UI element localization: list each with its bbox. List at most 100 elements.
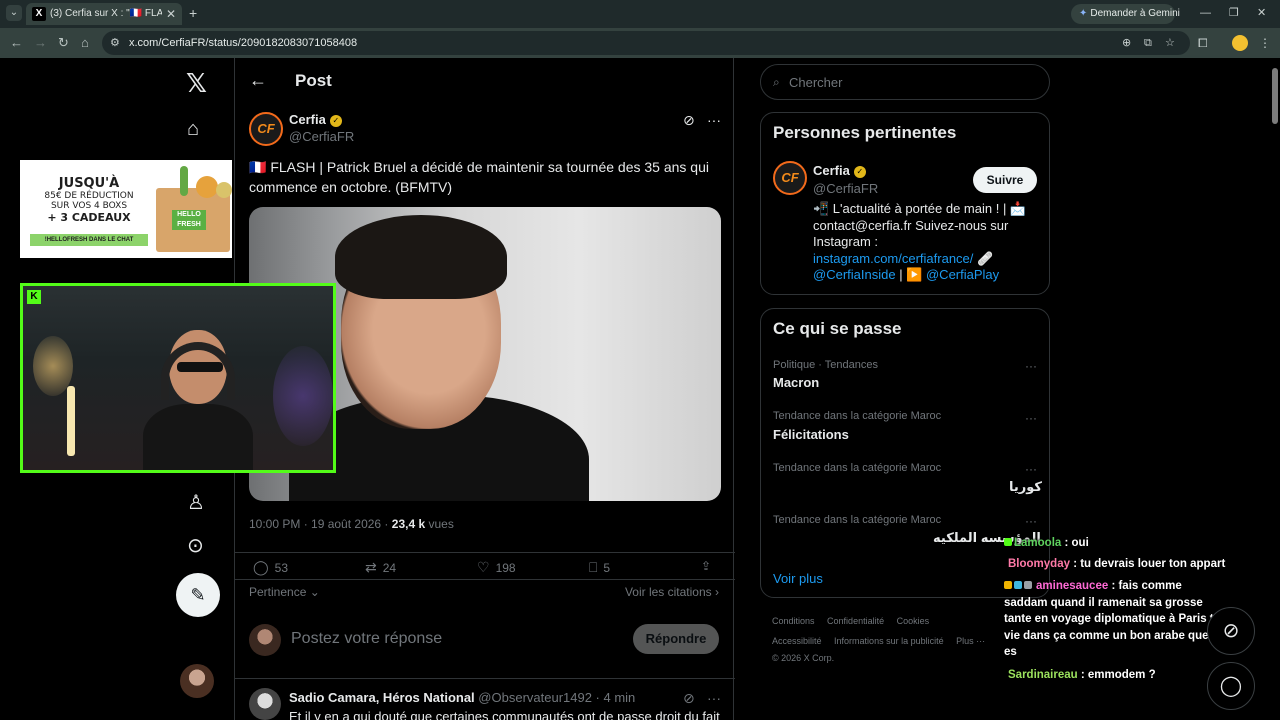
grok-icon[interactable]: ⊘ — [683, 112, 695, 129]
footer-links-row2: Accessibilité Informations sur la public… — [772, 636, 985, 646]
chat-message: aminesaucee : fais comme saddam quand il… — [1004, 578, 1228, 661]
page-scrollbar[interactable] — [1270, 58, 1280, 720]
page-title: Post — [295, 71, 332, 90]
chat-username: aminesaucee — [1036, 580, 1109, 592]
bookmark-count: 5 — [603, 561, 611, 575]
footer-link[interactable]: Informations sur la publicité — [834, 636, 944, 646]
browser-tab[interactable]: X (3) Cerfia sur X : "🇫🇷 FLASH | Patrick… — [26, 3, 182, 25]
author-name[interactable]: Cerfia ✓ — [289, 112, 342, 127]
search-input[interactable]: Chercher — [789, 75, 842, 90]
cerfiainside-link[interactable]: @CerfiaInside — [813, 267, 896, 282]
trend-name[interactable]: كوريا — [1009, 479, 1042, 495]
footer-link[interactable]: Conditions — [772, 616, 815, 626]
forward-icon[interactable]: → — [34, 35, 47, 51]
rgb-glow — [273, 346, 333, 446]
search-box[interactable]: ⌕ Chercher — [760, 64, 1050, 100]
reply-button[interactable]: Répondre — [633, 624, 719, 654]
instagram-link[interactable]: instagram.com/cerfiafrance/ — [813, 251, 973, 266]
bookmark-icon: ⎕ — [589, 559, 598, 575]
footer-link[interactable]: Plus ··· — [956, 636, 985, 646]
tab-title: (3) Cerfia sur X : "🇫🇷 FLASH | Patrick B… — [50, 8, 162, 19]
close-tab-icon[interactable]: ✕ — [166, 7, 176, 21]
follow-button[interactable]: Suivre — [973, 167, 1037, 193]
chat-badge-icon — [1004, 581, 1012, 589]
close-window-icon[interactable]: ✕ — [1257, 6, 1266, 20]
streamer — [143, 330, 253, 470]
x-logo-icon[interactable]: 𝕏 — [186, 68, 207, 99]
ad-line: 85€ DE RÉDUCTION — [44, 191, 134, 201]
profile-nav-icon[interactable]: ♙ — [187, 492, 205, 514]
chat-badge-icon — [1004, 538, 1012, 546]
sort-dropdown[interactable]: Pertinence ⌄ — [249, 585, 320, 599]
compose-post-button[interactable]: ✎ — [176, 573, 220, 617]
install-app-icon[interactable]: ⧉ — [1144, 36, 1152, 50]
post-more-icon[interactable]: ··· — [707, 112, 721, 128]
trend-name[interactable]: Félicitations — [773, 427, 849, 442]
account-avatar[interactable] — [180, 664, 214, 698]
profile-avatar[interactable] — [1232, 35, 1248, 51]
url-text[interactable]: x.com/CerfiaFR/status/209018208307105840… — [129, 37, 357, 49]
restore-icon[interactable]: ❐ — [1229, 6, 1239, 20]
gemini-button[interactable]: ✦ Demander à Gemini — [1071, 4, 1180, 24]
trend-name[interactable]: Macron — [773, 375, 819, 390]
footer-link[interactable]: Accessibilité — [772, 636, 822, 646]
more-nav-icon[interactable]: ⊙ — [187, 535, 204, 557]
extensions-icon[interactable]: ⧠ — [1198, 36, 1208, 50]
trend-more-icon[interactable]: ··· — [1025, 514, 1037, 528]
reply-author[interactable]: Sadio Camara, Héros National @Observateu… — [289, 690, 635, 705]
site-info-icon[interactable]: ⚙ — [110, 36, 120, 50]
trend-more-icon[interactable]: ··· — [1025, 359, 1037, 373]
grok-float-icon[interactable]: ⊘ — [1207, 607, 1255, 655]
ad-text: JUSQU'À 85€ DE RÉDUCTION SUR VOS 4 BOXS … — [28, 176, 150, 224]
reload-icon[interactable]: ↻ — [58, 35, 69, 51]
ad-line: JUSQU'À — [58, 176, 120, 191]
bookmark-star-icon[interactable]: ☆ — [1165, 36, 1175, 50]
relevant-avatar[interactable]: CF — [773, 161, 807, 195]
chat-badge-icon — [1024, 581, 1032, 589]
footer-link[interactable]: Confidentialité — [827, 616, 884, 626]
relevant-name-text: Cerfia — [813, 163, 850, 178]
ad-line: + 3 CADEAUX — [47, 211, 131, 224]
home-icon[interactable]: ⌂ — [81, 35, 89, 51]
post-time[interactable]: 10:00 PM · 19 août 2026 · — [249, 517, 392, 531]
home-nav-icon[interactable]: ⌂ — [187, 118, 199, 140]
share-icon[interactable]: ⇪ — [701, 559, 711, 573]
minimize-icon[interactable]: — — [1200, 6, 1211, 20]
like-action[interactable]: ♡ 198 — [477, 559, 516, 576]
scroll-thumb[interactable] — [1272, 68, 1278, 124]
chat-text: : oui — [1061, 537, 1089, 549]
browser-tabbar: ⌄ X (3) Cerfia sur X : "🇫🇷 FLASH | Patri… — [0, 0, 1280, 28]
relevant-name[interactable]: Cerfia ✓ — [813, 163, 866, 178]
see-more-link[interactable]: Voir plus — [773, 571, 823, 586]
cerfiaplay-link[interactable]: @CerfiaPlay — [926, 267, 999, 282]
reply-more-icon[interactable]: ··· — [707, 690, 721, 706]
reply-input[interactable]: Postez votre réponse — [291, 630, 442, 648]
browser-menu-icon[interactable]: ⋮ — [1259, 36, 1271, 50]
relevant-handle[interactable]: @CerfiaFR — [813, 181, 878, 196]
messages-float-icon[interactable]: ◯ — [1207, 662, 1255, 710]
new-tab-icon[interactable]: + — [189, 5, 197, 21]
bookmark-action[interactable]: ⎕ 5 — [589, 559, 610, 576]
address-bar[interactable]: ⚙ x.com/CerfiaFR/status/2090182083071058… — [102, 31, 1190, 55]
light-bar — [67, 386, 75, 456]
author-avatar[interactable]: CF — [249, 112, 283, 146]
reply-grok-icon[interactable]: ⊘ — [683, 690, 695, 707]
trend-more-icon[interactable]: ··· — [1025, 411, 1037, 425]
kick-logo-icon: K — [27, 290, 41, 304]
author-handle[interactable]: @CerfiaFR — [289, 129, 354, 144]
zoom-icon[interactable]: ⊕ — [1122, 36, 1131, 50]
see-quotes-link[interactable]: Voir les citations › — [625, 585, 719, 599]
chat-text: : emmodem ? — [1077, 669, 1156, 681]
reply-author-avatar[interactable] — [249, 688, 281, 720]
trend-more-icon[interactable]: ··· — [1025, 462, 1037, 476]
back-icon[interactable]: ← — [10, 35, 23, 51]
footer-link[interactable]: Cookies — [897, 616, 930, 626]
repost-action[interactable]: ⇄ 24 — [365, 559, 396, 576]
trend-category: Politique · Tendances — [773, 359, 878, 371]
back-arrow-icon[interactable]: ← — [249, 70, 267, 91]
chevron-right-icon: › — [715, 585, 719, 599]
tab-search-icon[interactable]: ⌄ — [6, 5, 22, 21]
author-name-text: Cerfia — [289, 112, 326, 127]
reply-action[interactable]: ◯ 53 — [253, 559, 288, 576]
relevant-people-card: Personnes pertinentes CF Cerfia ✓ @Cerfia… — [760, 112, 1050, 295]
